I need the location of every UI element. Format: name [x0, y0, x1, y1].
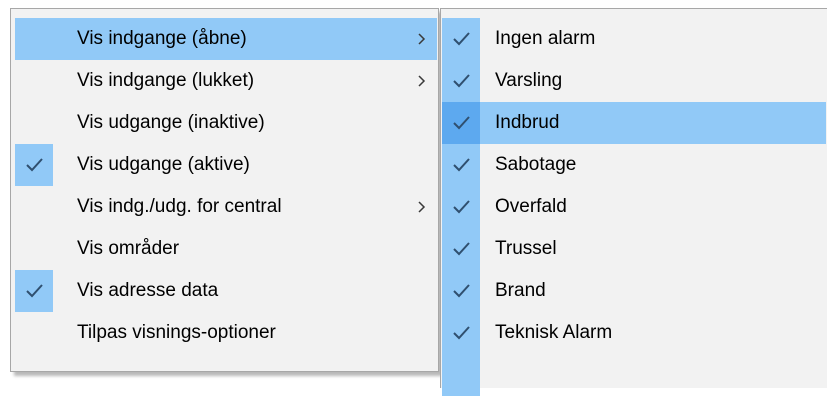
chevron-right-icon — [418, 201, 426, 213]
context-menu: Vis indgange (åbne) Vis indgange (lukket… — [10, 8, 439, 372]
menu-item-label: Indbrud — [495, 112, 560, 133]
submenu-item-partial[interactable] — [442, 354, 826, 396]
menu-item-label: Sabotage — [495, 154, 577, 175]
check-icon — [453, 200, 470, 214]
submenu-item-teknisk-alarm[interactable]: Teknisk Alarm — [442, 312, 826, 354]
menu-item-label: Vis udgange (inaktive) — [77, 112, 265, 133]
menu-item-label: Overfald — [495, 196, 567, 217]
submenu-alarm-types: Ingen alarm Varsling Indbrud Sabotage Ov… — [440, 8, 827, 396]
check-icon — [453, 158, 470, 172]
menu-item-label: Tilpas visnings-optioner — [77, 322, 276, 343]
submenu-item-trussel[interactable]: Trussel — [442, 228, 826, 270]
menu-item-vis-udgange-aktive[interactable]: Vis udgange (aktive) — [15, 144, 437, 186]
submenu-item-overfald[interactable]: Overfald — [442, 186, 826, 228]
chevron-right-icon — [418, 33, 426, 45]
menu-item-label: Vis udgange (aktive) — [77, 154, 250, 175]
submenu-item-brand[interactable]: Brand — [442, 270, 826, 312]
menu-item-vis-omrader[interactable]: Vis områder — [15, 228, 437, 270]
menu-item-vis-indgange-lukket[interactable]: Vis indgange (lukket) — [15, 60, 437, 102]
menu-item-label: Teknisk Alarm — [495, 322, 613, 343]
menu-item-tilpas-visnings-optioner[interactable]: Tilpas visnings-optioner — [15, 312, 437, 354]
submenu-item-indbrud[interactable]: Indbrud — [442, 102, 826, 144]
submenu-item-varsling[interactable]: Varsling — [442, 60, 826, 102]
check-icon — [453, 74, 470, 88]
menu-item-vis-indgange-abne[interactable]: Vis indgange (åbne) — [15, 18, 437, 60]
menu-item-label: Varsling — [495, 70, 563, 91]
menu-item-label: Vis indgange (åbne) — [77, 28, 247, 49]
menu-item-label: Vis indgange (lukket) — [77, 70, 255, 91]
menu-item-vis-indg-udg-central[interactable]: Vis indg./udg. for central — [15, 186, 437, 228]
check-icon — [453, 116, 470, 130]
check-icon — [453, 284, 470, 298]
menu-item-label: Vis områder — [77, 238, 180, 259]
check-icon — [453, 32, 470, 46]
submenu-item-sabotage[interactable]: Sabotage — [442, 144, 826, 186]
menu-item-label: Ingen alarm — [495, 28, 596, 49]
check-icon — [26, 284, 43, 298]
menu-item-label: Vis indg./udg. for central — [77, 196, 282, 217]
menu-item-label: Vis adresse data — [77, 280, 219, 301]
check-icon — [453, 326, 470, 340]
check-icon — [26, 158, 43, 172]
menu-item-label: Trussel — [495, 238, 557, 259]
chevron-right-icon — [418, 75, 426, 87]
menu-item-label: Brand — [495, 280, 546, 301]
menu-item-vis-udgange-inaktive[interactable]: Vis udgange (inaktive) — [15, 102, 437, 144]
check-icon — [453, 242, 470, 256]
submenu-item-ingen-alarm[interactable]: Ingen alarm — [442, 18, 826, 60]
check-box — [442, 354, 480, 396]
menu-item-vis-adresse-data[interactable]: Vis adresse data — [15, 270, 437, 312]
